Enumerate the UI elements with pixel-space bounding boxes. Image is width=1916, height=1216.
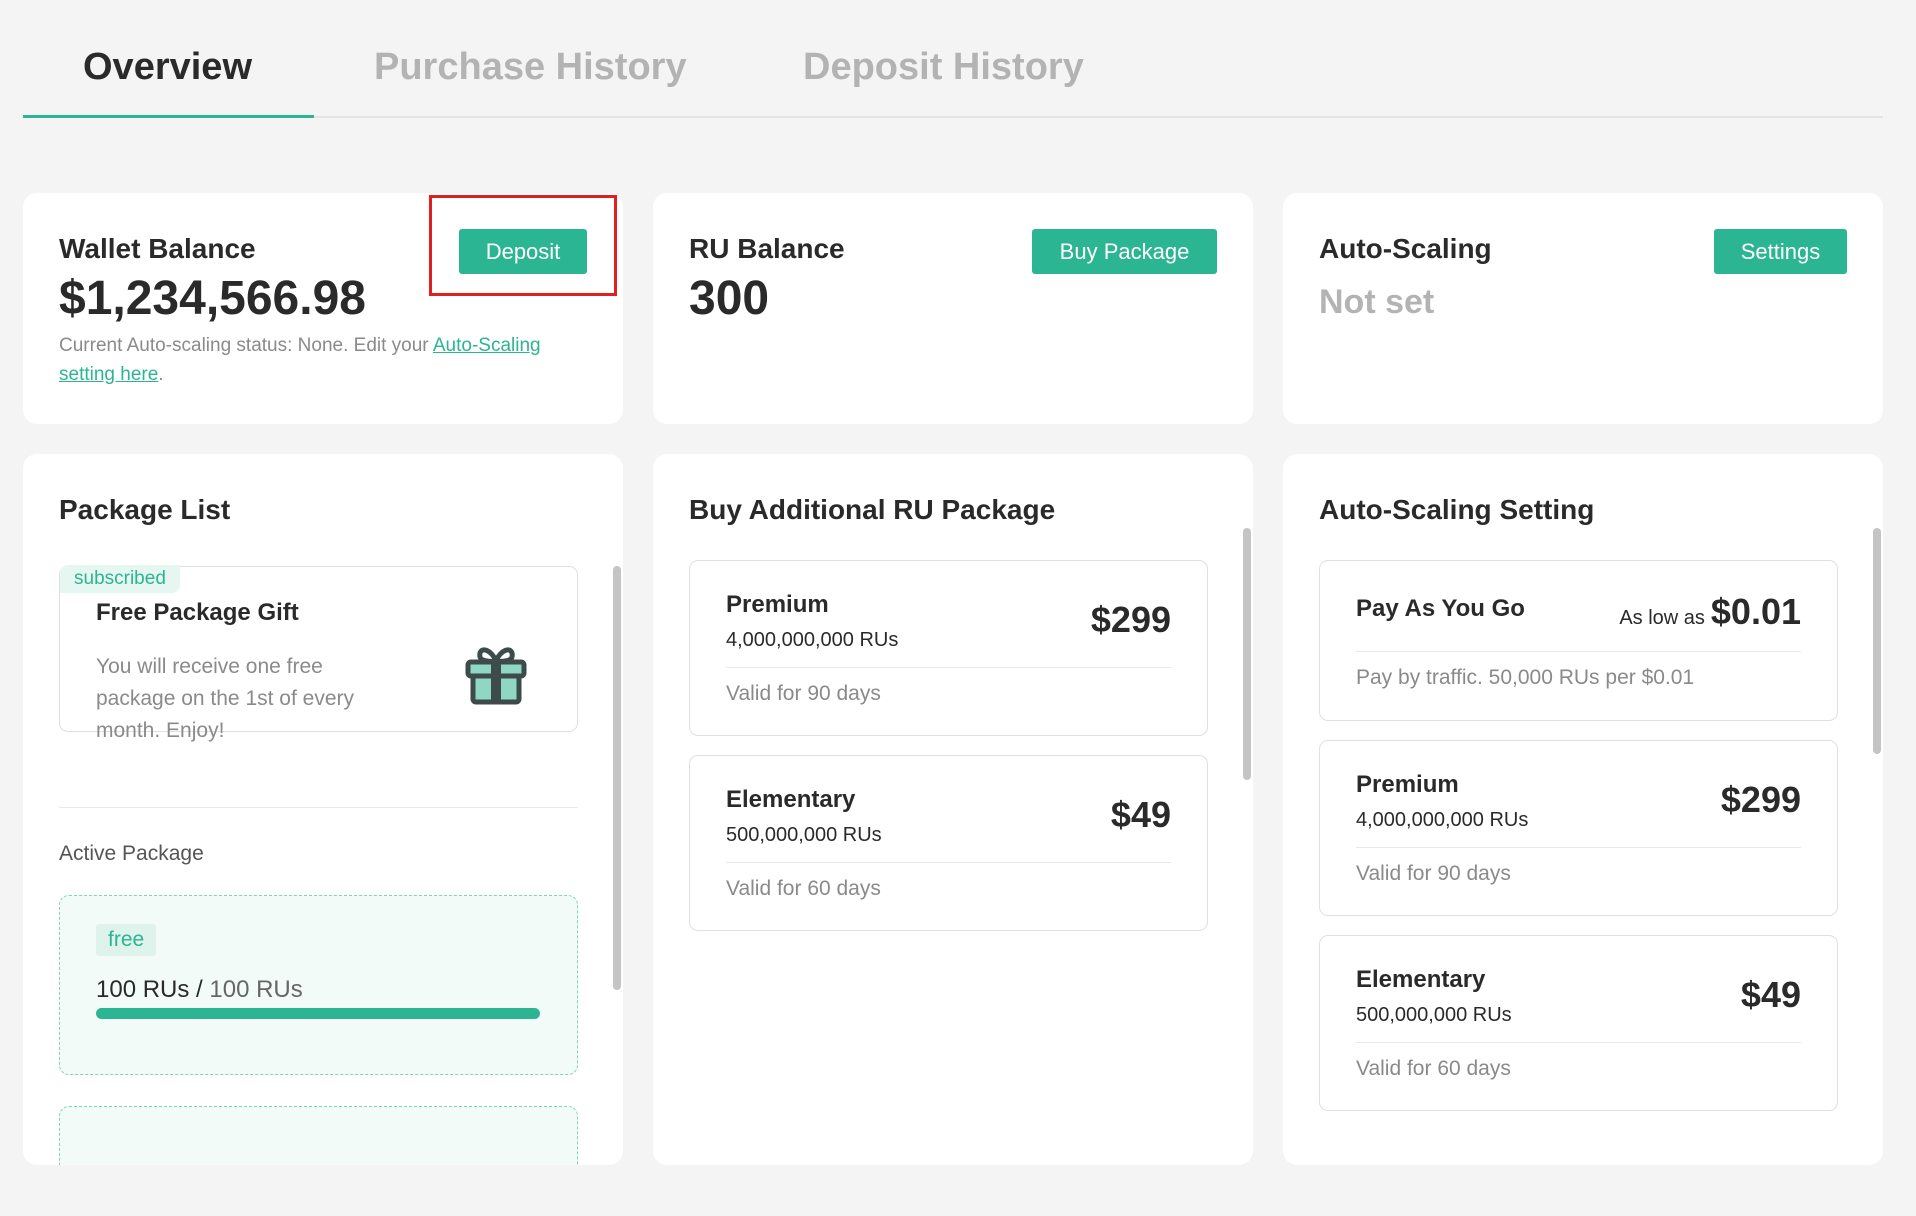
elementary-package-option[interactable]: Elementary 500,000,000 RUs $49 Valid for… [689, 755, 1208, 931]
ru-usage: 100 RUs / 100 RUs [96, 976, 303, 1004]
package-divider [1356, 847, 1801, 848]
tab-purchase-history[interactable]: Purchase History [374, 46, 687, 89]
auto-scaling-card: Auto-Scaling Not set Settings [1283, 193, 1883, 424]
auto-scaling-label: Auto-Scaling [1319, 233, 1492, 264]
autoscaling-status-text: Current Auto-scaling status: None. Edit … [59, 331, 579, 389]
elementary-autoscale-option[interactable]: Elementary 500,000,000 RUs $49 Valid for… [1319, 935, 1838, 1111]
active-package-label: Active Package [59, 842, 204, 865]
total-rus: 100 RUs [209, 976, 303, 1003]
status-suffix: . [158, 364, 164, 385]
package-name: Elementary [1356, 966, 1486, 993]
package-price: $49 [1110, 794, 1171, 835]
package-validity: Valid for 90 days [1356, 862, 1511, 885]
buy-additional-scrollbar[interactable] [1243, 528, 1251, 780]
package-list-divider [59, 807, 578, 808]
gift-title: Free Package Gift [96, 599, 299, 626]
package-list-scrollbar[interactable] [613, 566, 621, 990]
status-prefix: Current Auto-scaling status: None. Edit … [59, 335, 433, 356]
auto-scaling-value: Not set [1319, 283, 1435, 321]
free-package-gift-card: subscribed Free Package Gift You will re… [59, 565, 578, 742]
pay-price-group: As low as $0.01 [1619, 591, 1801, 633]
package-validity: Valid for 60 days [726, 877, 881, 900]
active-tab-indicator [23, 115, 314, 118]
wallet-balance-value: $1,234,566.98 [59, 272, 366, 325]
plan-price: $0.01 [1710, 591, 1801, 632]
package-validity: Valid for 60 days [1356, 1057, 1511, 1080]
wallet-balance-label: Wallet Balance [59, 233, 256, 264]
plan-divider [1356, 651, 1801, 652]
settings-button[interactable]: Settings [1714, 229, 1847, 274]
package-divider [1356, 1042, 1801, 1043]
deposit-highlight-box [429, 195, 617, 296]
package-divider [726, 862, 1171, 863]
package-price: $49 [1740, 974, 1801, 1015]
package-name: Elementary [726, 786, 856, 813]
gift-icon [465, 647, 527, 705]
buy-additional-card: Buy Additional RU Package Premium 4,000,… [653, 454, 1253, 1165]
package-rus: 500,000,000 RUs [726, 824, 882, 846]
ru-balance-label: RU Balance [689, 233, 845, 264]
premium-autoscale-option[interactable]: Premium 4,000,000,000 RUs $299 Valid for… [1319, 740, 1838, 916]
premium-package-option[interactable]: Premium 4,000,000,000 RUs $299 Valid for… [689, 560, 1208, 736]
package-list-card: Package List subscribed Free Package Gif… [23, 454, 623, 1165]
subscribed-badge: subscribed [60, 565, 180, 593]
package-price: $299 [1090, 599, 1171, 640]
package-validity: Valid for 90 days [726, 682, 881, 705]
plan-name: Pay As You Go [1356, 595, 1525, 622]
package-name: Premium [726, 591, 829, 618]
package-divider [726, 667, 1171, 668]
used-rus: 100 RUs [96, 976, 190, 1003]
usage-progress-fill [96, 1008, 540, 1019]
buy-additional-title: Buy Additional RU Package [689, 494, 1056, 525]
usage-progress-track [96, 1008, 540, 1019]
package-name: Premium [1356, 771, 1459, 798]
package-rus: 4,000,000,000 RUs [726, 629, 899, 651]
buy-package-button[interactable]: Buy Package [1032, 229, 1217, 274]
tab-deposit-history[interactable]: Deposit History [803, 46, 1084, 89]
auto-scaling-setting-title: Auto-Scaling Setting [1319, 494, 1595, 525]
tab-bar: Overview Purchase History Deposit Histor… [23, 0, 1883, 118]
plan-description: Pay by traffic. 50,000 RUs per $0.01 [1356, 666, 1695, 689]
active-free-package-card: free 100 RUs / 100 RUs [59, 895, 578, 1075]
package-rus: 4,000,000,000 RUs [1356, 809, 1529, 831]
free-badge: free [96, 924, 157, 956]
as-low-as-label: As low as [1619, 607, 1705, 629]
package-list-title: Package List [59, 494, 231, 525]
auto-scaling-setting-scrollbar[interactable] [1873, 528, 1881, 754]
auto-scaling-setting-card: Auto-Scaling Setting Pay As You Go As lo… [1283, 454, 1883, 1165]
tab-overview[interactable]: Overview [83, 46, 252, 89]
usage-separator: / [196, 976, 203, 1003]
next-package-card [59, 1106, 578, 1165]
gift-description: You will receive one free package on the… [96, 655, 354, 742]
package-price: $299 [1720, 779, 1801, 820]
package-rus: 500,000,000 RUs [1356, 1004, 1512, 1026]
ru-balance-card: RU Balance 300 Buy Package [653, 193, 1253, 424]
pay-as-you-go-option[interactable]: Pay As You Go As low as $0.01 Pay by traf… [1319, 560, 1838, 721]
ru-balance-value: 300 [689, 272, 770, 325]
